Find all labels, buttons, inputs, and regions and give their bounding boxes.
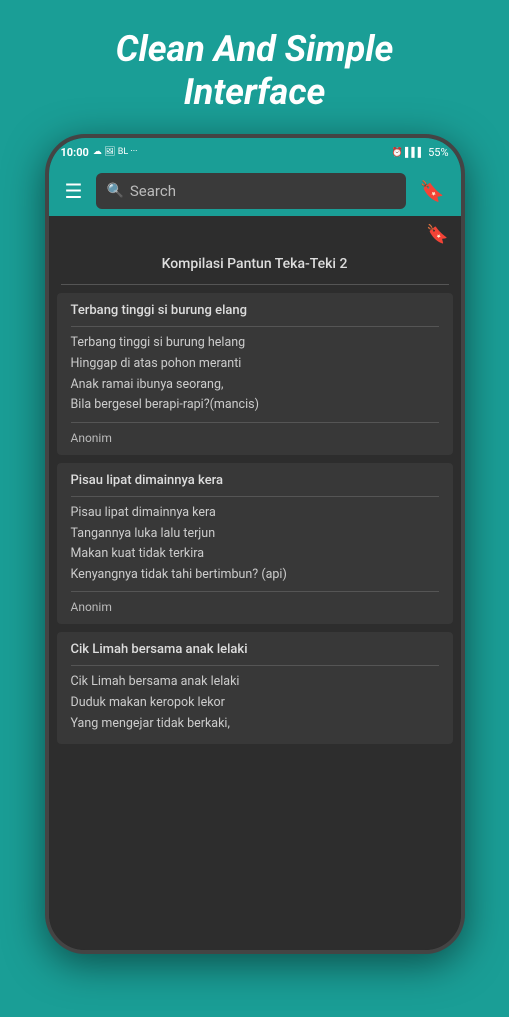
pantun-divider-0 xyxy=(71,326,439,327)
pantun-line-2-1: Duduk makan keropok lekor xyxy=(71,693,439,714)
pantun-divider-1 xyxy=(71,496,439,497)
app-title-line1: Clean And Simple xyxy=(116,28,394,70)
status-left: 10:00 ☁ 🖼 BL ··· xyxy=(61,146,138,159)
pantun-line-0-1: Hinggap di atas pohon meranti xyxy=(71,354,439,375)
status-icons-right: ⏰ ▌▌▌ xyxy=(392,147,425,158)
pantun-line-2-0: Cik Limah bersama anak lelaki xyxy=(71,672,439,693)
pantun-lines-2: Cik Limah bersama anak lelaki Duduk maka… xyxy=(71,672,439,734)
pantun-title-2: Cik Limah bersama anak lelaki xyxy=(71,642,439,657)
pantun-title-0: Terbang tinggi si burung elang xyxy=(71,303,439,318)
pantun-line-1-1: Tangannya luka lalu terjun xyxy=(71,524,439,545)
bookmark-icon: 🔖 xyxy=(420,179,445,203)
content-area[interactable]: 🔖 Kompilasi Pantun Teka-Teki 2 Terbang t… xyxy=(49,216,461,954)
status-bar: 10:00 ☁ 🖼 BL ··· ⏰ ▌▌▌ 55% xyxy=(49,138,461,166)
book-header-row: 🔖 xyxy=(49,216,461,249)
pantun-card-1: Pisau lipat dimainnya kera Pisau lipat d… xyxy=(57,463,453,625)
pantun-author-0: Anonim xyxy=(71,431,439,445)
pantun-author-1: Anonim xyxy=(71,600,439,614)
pantun-line-1-3: Kenyangnya tidak tahi bertimbun? (api) xyxy=(71,565,439,586)
pantun-line-0-3: Bila bergesel berapi-rapi?(mancis) xyxy=(71,395,439,416)
pantun-line-0-0: Terbang tinggi si burung helang xyxy=(71,333,439,354)
app-title: Clean And Simple Interface xyxy=(76,0,434,134)
nav-bar: ☰ 🔍 Search 🔖 xyxy=(49,166,461,216)
pantun-title-1: Pisau lipat dimainnya kera xyxy=(71,473,439,488)
pantun-lines-1: Pisau lipat dimainnya kera Tangannya luk… xyxy=(71,503,439,586)
search-placeholder-text: Search xyxy=(130,182,176,200)
book-bookmark-icon[interactable]: 🔖 xyxy=(426,224,448,245)
book-title: Kompilasi Pantun Teka-Teki 2 xyxy=(162,256,348,272)
phone-frame: 10:00 ☁ 🖼 BL ··· ⏰ ▌▌▌ 55% ☰ 🔍 Search 🔖 … xyxy=(45,134,465,954)
app-title-line2: Interface xyxy=(184,71,326,113)
bookmark-button[interactable]: 🔖 xyxy=(414,175,451,207)
pantun-line-1-0: Pisau lipat dimainnya kera xyxy=(71,503,439,524)
search-icon: 🔍 xyxy=(106,183,123,199)
pantun-lines-0: Terbang tinggi si burung helang Hinggap … xyxy=(71,333,439,416)
status-time: 10:00 xyxy=(61,146,89,159)
pantun-card-0: Terbang tinggi si burung elang Terbang t… xyxy=(57,293,453,455)
pantun-divider-2 xyxy=(71,665,439,666)
pantun-divider-0b xyxy=(71,422,439,423)
book-title-section: Kompilasi Pantun Teka-Teki 2 xyxy=(61,249,449,285)
status-icons-left: ☁ 🖼 BL ··· xyxy=(93,147,138,157)
search-box[interactable]: 🔍 Search xyxy=(96,173,405,209)
pantun-divider-1b xyxy=(71,591,439,592)
battery-indicator: 55% xyxy=(428,146,448,159)
pantun-card-2: Cik Limah bersama anak lelaki Cik Limah … xyxy=(57,632,453,744)
pantun-line-1-2: Makan kuat tidak terkira xyxy=(71,544,439,565)
pantun-line-2-2: Yang mengejar tidak berkaki, xyxy=(71,714,439,735)
status-right: ⏰ ▌▌▌ 55% xyxy=(392,146,449,159)
pantun-line-0-2: Anak ramai ibunya seorang, xyxy=(71,375,439,396)
hamburger-button[interactable]: ☰ xyxy=(59,175,89,207)
